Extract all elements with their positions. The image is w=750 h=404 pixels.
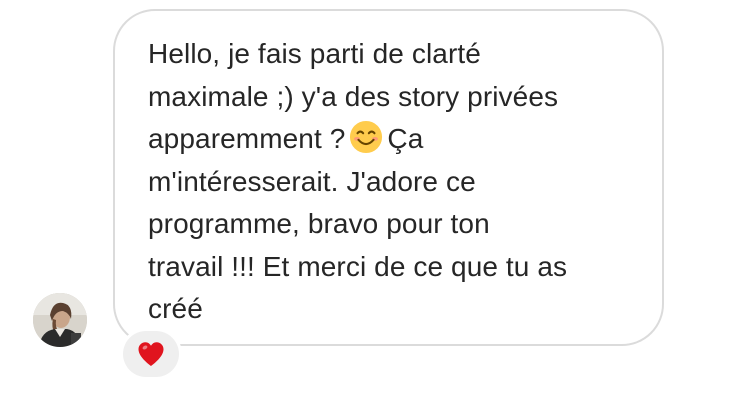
message-bubble[interactable]: Hello, je fais parti de clarté maximale … (113, 9, 664, 346)
message-text: Hello, je fais parti de clarté maximale … (148, 33, 638, 331)
heart-icon (137, 341, 165, 367)
smiling-face-emoji-icon (350, 120, 383, 154)
reaction-badge[interactable] (123, 331, 179, 377)
avatar[interactable] (33, 293, 87, 347)
avatar-photo (33, 293, 87, 347)
message-row: Hello, je fais parti de clarté maximale … (0, 0, 750, 404)
